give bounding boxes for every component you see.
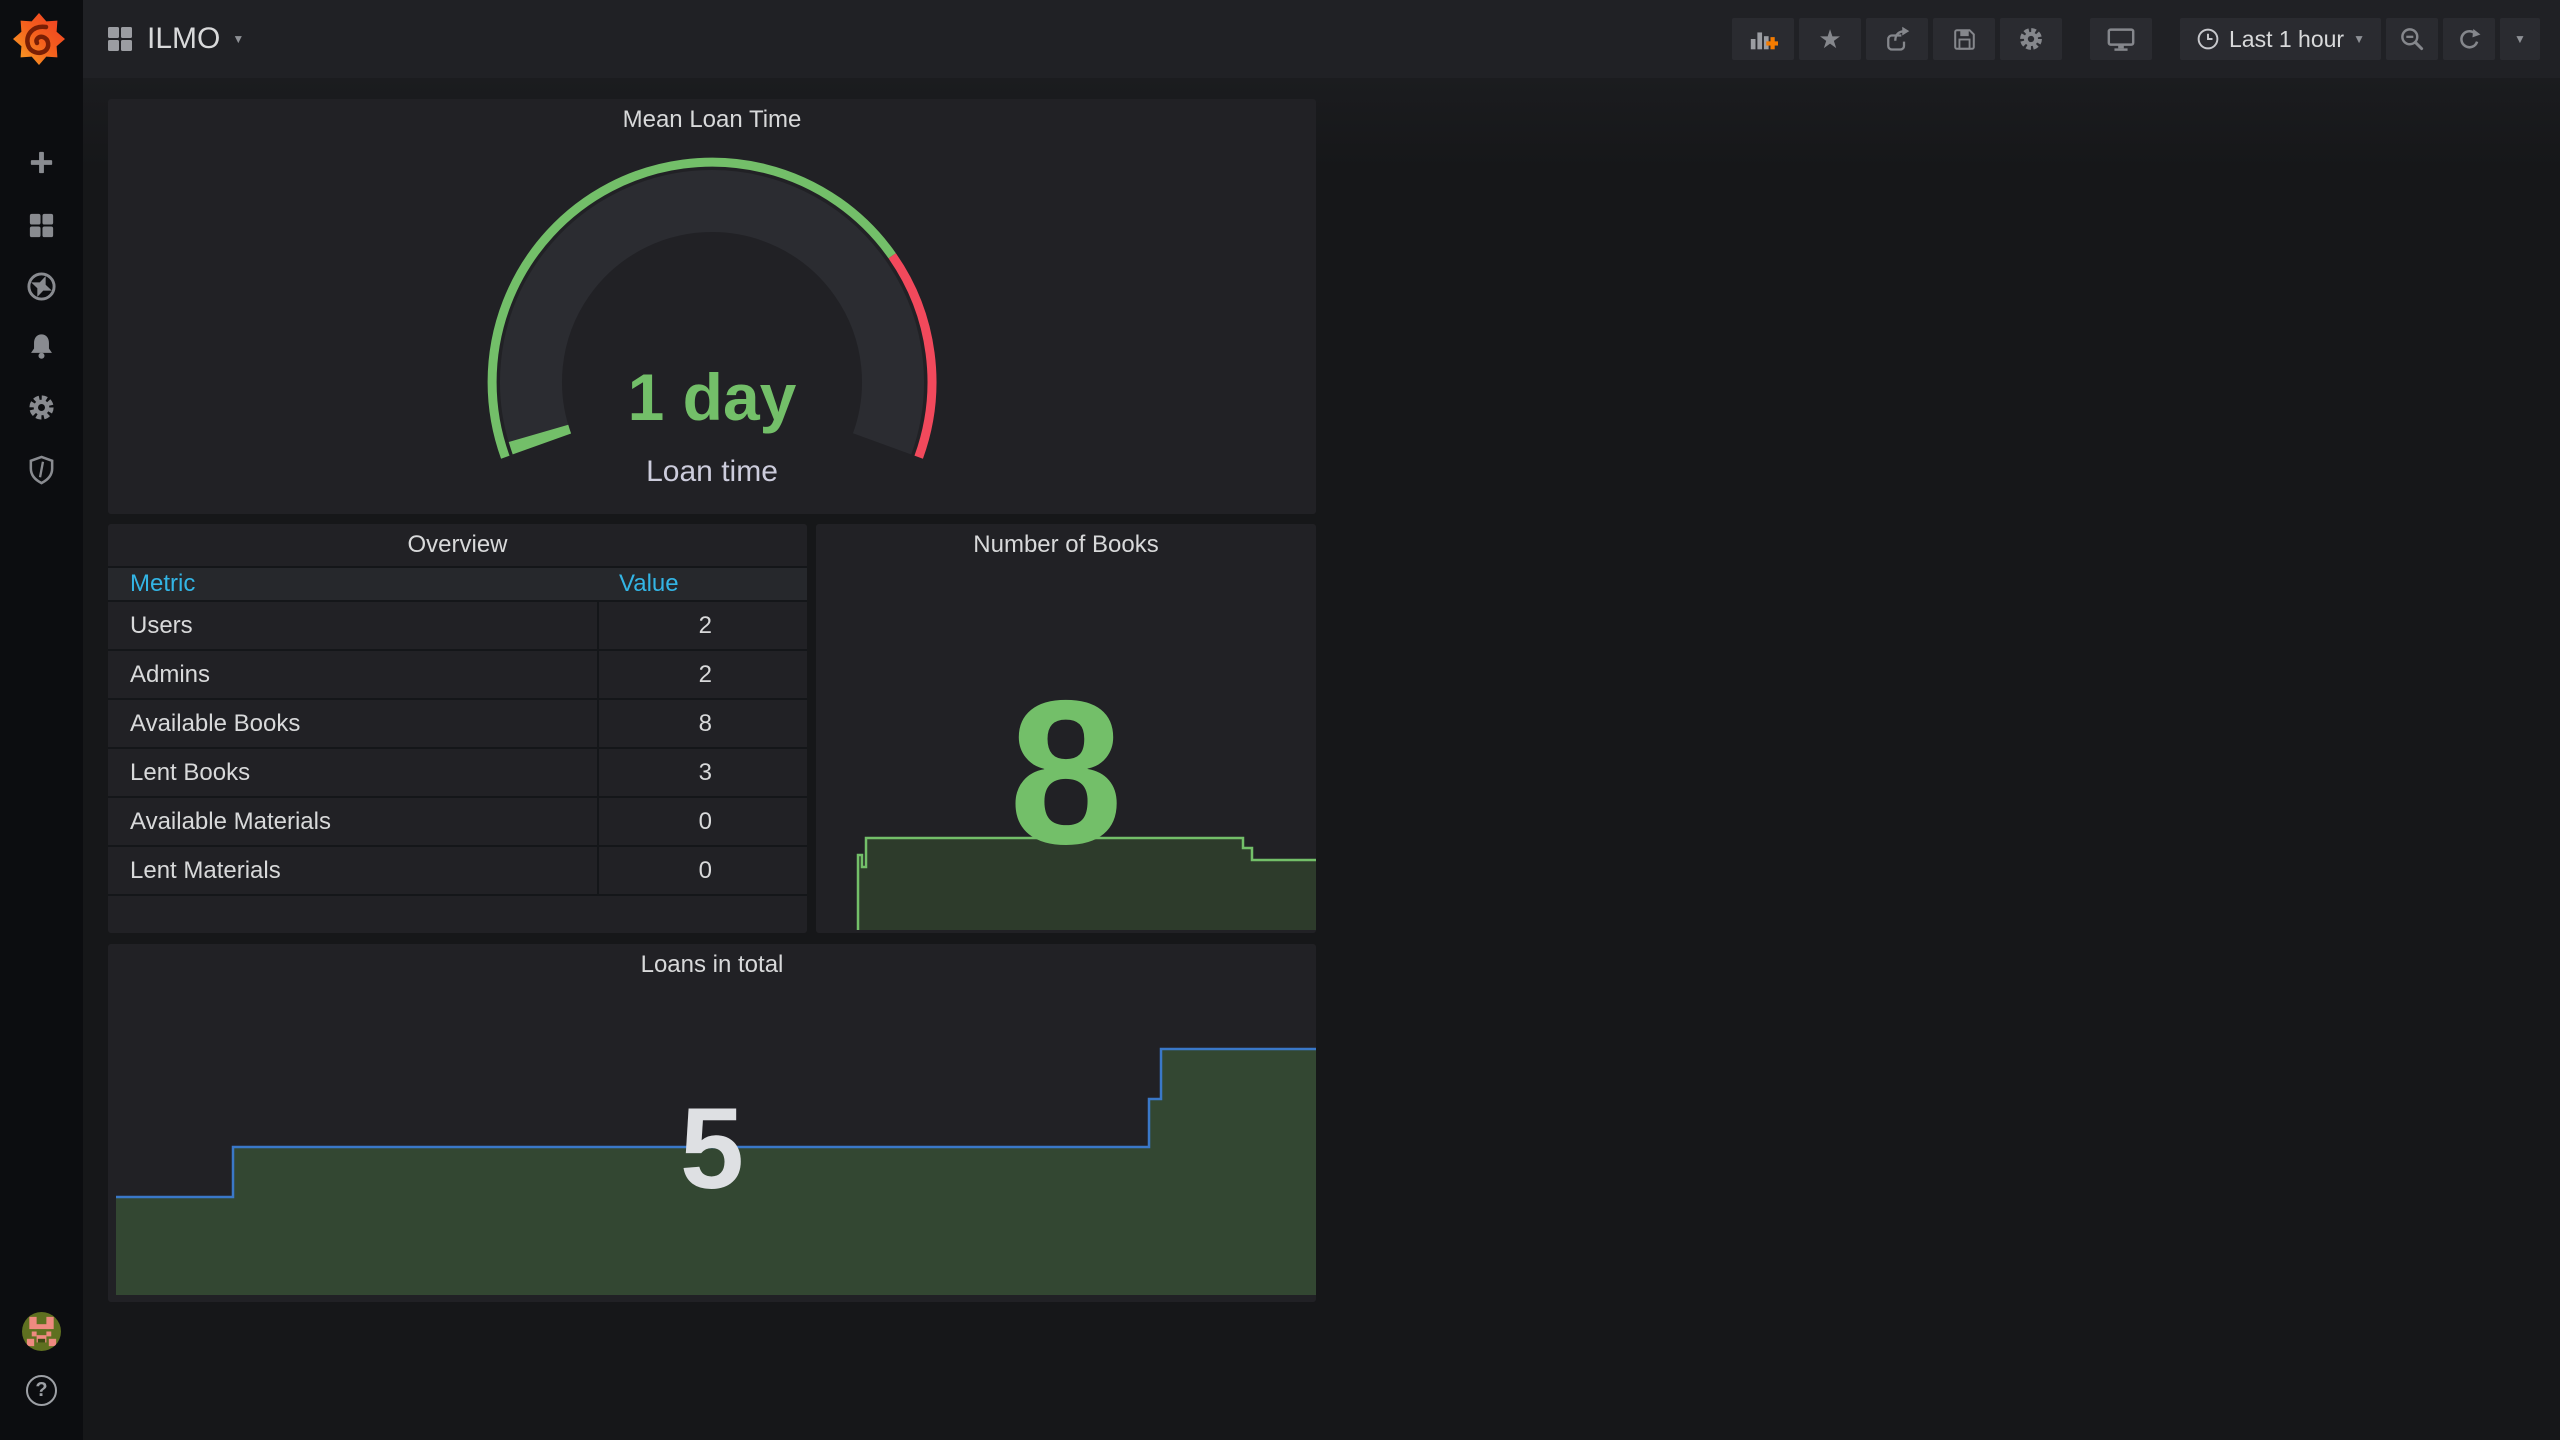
stat-value: 8: [1008, 658, 1123, 887]
metric-cell: Available Materials: [130, 808, 331, 835]
dashboard-area: Mean Loan Time 1 day Loan time Overview …: [83, 78, 2560, 1440]
server-admin-shield-icon[interactable]: [26, 454, 57, 485]
panel-overview: Overview Metric Value Users 2 Admins 2 Avail…: [108, 524, 807, 933]
time-range-picker[interactable]: Last 1 hour ▼: [2180, 18, 2381, 60]
zoom-out-button[interactable]: [2386, 18, 2438, 60]
panel-number-of-books: Number of Books 8: [816, 524, 1316, 933]
caret-down-icon: ▼: [2353, 32, 2365, 46]
dashboard-grid-icon: [108, 27, 132, 51]
sidebar: ?: [0, 0, 83, 1440]
create-plus-icon[interactable]: [26, 147, 57, 178]
refresh-interval-dropdown[interactable]: ▼: [2500, 18, 2540, 60]
share-icon: [1887, 26, 1910, 51]
help-icon[interactable]: ?: [26, 1375, 57, 1406]
panel-loans-in-total: Loans in total 5: [108, 944, 1316, 1302]
share-button[interactable]: [1866, 18, 1929, 60]
gauge-value: 1 day: [627, 360, 797, 434]
caret-down-icon: ▼: [232, 32, 245, 46]
table-header: Metric Value: [108, 566, 807, 602]
metric-cell: Users: [130, 612, 193, 639]
gear-icon: [2020, 28, 2042, 50]
refresh-button[interactable]: [2443, 18, 2495, 60]
column-header-metric[interactable]: Metric: [130, 568, 195, 600]
grafana-dashboard: { "topbar": { "dashboard_title": "ILMO",…: [0, 0, 2560, 1440]
topbar: ILMO ▼ ★ Last 1 hour ▼ ▼: [83, 0, 2560, 78]
dashboards-grid-icon[interactable]: [26, 210, 57, 241]
save-icon: [1953, 28, 1975, 50]
value-cell: 0: [597, 798, 807, 845]
caret-down-icon: ▼: [2514, 32, 2526, 46]
overview-table-body: Users 2 Admins 2 Available Books 8 Lent Books 3…: [108, 602, 807, 896]
table-row: Available Books 8: [108, 700, 807, 749]
table-row: Users 2: [108, 602, 807, 651]
grafana-logo[interactable]: [13, 13, 65, 65]
table-row: Available Materials 0: [108, 798, 807, 847]
alerting-bell-icon[interactable]: [26, 331, 57, 362]
metric-cell: Available Books: [130, 710, 301, 737]
panel-mean-loan-time: Mean Loan Time 1 day Loan time: [108, 99, 1316, 514]
clock-icon: [2197, 28, 2219, 50]
value-cell: 2: [597, 602, 807, 649]
column-header-value[interactable]: Value: [619, 568, 679, 600]
zoom-out-icon: [2401, 28, 2424, 51]
add-panel-button[interactable]: [1732, 18, 1795, 60]
configuration-gear-icon[interactable]: [26, 392, 57, 423]
gauge-label: Loan time: [646, 455, 778, 488]
dashboard-picker[interactable]: ILMO ▼: [107, 22, 244, 56]
metric-cell: Lent Materials: [130, 857, 281, 884]
table-row: Lent Materials 0: [108, 847, 807, 896]
save-button[interactable]: [1933, 18, 1996, 60]
topbar-actions: ★ Last 1 hour ▼ ▼: [1732, 18, 2540, 60]
explore-compass-icon[interactable]: [26, 271, 57, 302]
refresh-icon: [2459, 28, 2480, 48]
dashboard-title: ILMO: [147, 22, 221, 55]
panel-title[interactable]: Overview: [108, 524, 807, 566]
user-avatar[interactable]: [22, 1312, 61, 1351]
value-cell: 2: [597, 651, 807, 698]
time-range-label: Last 1 hour: [2229, 25, 2345, 52]
stat-value: 5: [680, 1085, 744, 1213]
metric-cell: Lent Books: [130, 759, 251, 786]
dashboard-settings-button[interactable]: [2000, 18, 2063, 60]
value-cell: 3: [597, 749, 807, 796]
value-cell: 0: [597, 847, 807, 894]
table-row: Admins 2: [108, 651, 807, 700]
star-button[interactable]: ★: [1799, 18, 1862, 60]
star-icon: ★: [1818, 24, 1842, 54]
value-cell: 8: [597, 700, 807, 747]
metric-cell: Admins: [130, 661, 211, 688]
tv-mode-button[interactable]: [2090, 18, 2153, 60]
gauge-chart: [487, 157, 937, 459]
table-row: Lent Books 3: [108, 749, 807, 798]
tv-icon: [2107, 28, 2135, 51]
